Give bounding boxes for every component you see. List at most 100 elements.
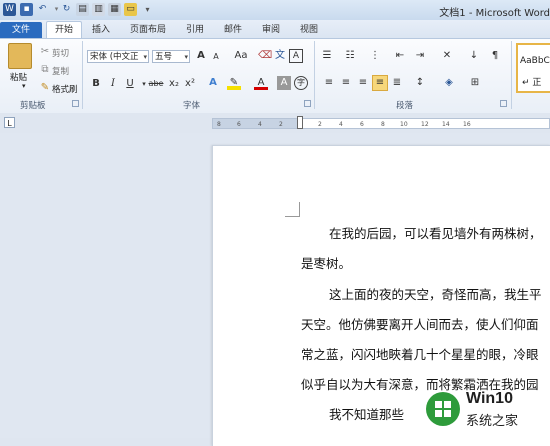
paste-icon[interactable]: [8, 43, 32, 69]
tab-review[interactable]: 审阅: [256, 22, 286, 38]
indent-marker[interactable]: [297, 116, 303, 129]
paragraph-group-label: 段落: [396, 101, 414, 111]
open-folder-icon[interactable]: ▭: [124, 3, 137, 16]
bullets-icon[interactable]: ☰: [320, 49, 334, 63]
paste-dropdown-icon[interactable]: ▾: [22, 82, 26, 90]
multilevel-list-icon[interactable]: ⋮: [368, 49, 382, 63]
copy-icon[interactable]: ⧉: [38, 63, 52, 77]
align-center-icon[interactable]: ≡: [339, 76, 353, 90]
subscript-button[interactable]: x₂: [167, 77, 181, 91]
ruler-tick: 2: [318, 121, 322, 128]
clipboard-launcher-icon[interactable]: [72, 100, 79, 107]
word-app-icon[interactable]: W: [3, 3, 16, 16]
grow-font-button[interactable]: A: [194, 49, 208, 63]
watermark-line1: Win10: [466, 390, 513, 407]
superscript-button[interactable]: x²: [183, 77, 197, 91]
format-painter-icon[interactable]: ✎: [38, 81, 52, 95]
document-line[interactable]: 常之蓝，闪闪地䀹着几十个星星的眼，冷眼: [301, 344, 539, 363]
style-normal-tile[interactable]: AaBbC ↵ 正: [516, 43, 550, 93]
customize-toolbar-icon[interactable]: ▾: [141, 3, 154, 16]
margin-corner-mark: [285, 202, 300, 217]
tab-insert[interactable]: 插入: [86, 22, 116, 38]
numbering-icon[interactable]: ☷: [343, 49, 357, 63]
font-size-select[interactable]: 五号 ▾: [152, 50, 190, 63]
text-effects-icon[interactable]: A: [206, 76, 220, 90]
ruler-left-margin: [213, 119, 299, 128]
font-name-select[interactable]: 宋体 (中文正 ▾: [87, 50, 149, 63]
title-bar: W ▪ ↶ ▾ ↻ ▤ ▥ ▦ ▭ ▾ 文档1 - Microsoft Word: [0, 0, 550, 21]
decrease-indent-icon[interactable]: ⇤: [393, 49, 407, 63]
italic-button[interactable]: I: [106, 77, 120, 91]
document-line[interactable]: 在我的后园，可以看见墙外有两株树，: [329, 223, 542, 242]
justify-icon[interactable]: ≡: [372, 75, 388, 91]
windows-logo-icon: [426, 392, 460, 426]
document-line[interactable]: 是枣树。: [301, 253, 351, 272]
horizontal-ruler[interactable]: 8 6 4 2 2 4 6 8 10 12 14 16: [212, 116, 550, 129]
shrink-font-button[interactable]: A: [209, 50, 223, 64]
sort-icon[interactable]: ↓: [467, 49, 481, 63]
char-shading-icon[interactable]: A: [277, 76, 291, 90]
clipboard-group-label: 剪贴板: [20, 101, 46, 111]
copy-button[interactable]: 复制: [52, 65, 69, 77]
format-painter-button[interactable]: 格式刷: [52, 83, 78, 95]
watermark-line2: 系统之家: [466, 414, 519, 429]
cut-icon[interactable]: ✂: [38, 45, 52, 59]
tab-page-layout[interactable]: 页面布局: [126, 22, 170, 38]
document-line[interactable]: 我不知道那些: [329, 404, 404, 423]
quick-print-icon[interactable]: ▦: [108, 3, 121, 16]
font-group-label: 字体: [183, 101, 201, 111]
tab-view[interactable]: 视图: [294, 22, 324, 38]
ruler-tick: 14: [442, 121, 450, 128]
tab-selector-icon[interactable]: L: [4, 117, 15, 128]
font-launcher-icon[interactable]: [304, 100, 311, 107]
ruler-tick: 10: [400, 121, 408, 128]
shading-icon[interactable]: ◈: [442, 76, 456, 90]
show-marks-icon[interactable]: ¶: [488, 49, 502, 63]
tab-home[interactable]: 开始: [46, 21, 82, 39]
ruler-tick: 6: [237, 121, 241, 128]
tab-references[interactable]: 引用: [180, 22, 210, 38]
font-color-icon[interactable]: A: [254, 76, 268, 90]
style-preview: AaBbC: [520, 56, 550, 66]
clear-format-icon[interactable]: ⌫: [258, 49, 272, 63]
align-left-icon[interactable]: ≡: [322, 76, 336, 90]
highlight-icon[interactable]: ✎: [227, 76, 241, 90]
redo-icon[interactable]: ↻: [60, 3, 73, 16]
save-icon[interactable]: ▪: [20, 3, 33, 16]
enclose-chars-icon[interactable]: 字: [294, 76, 308, 90]
increase-indent-icon[interactable]: ⇥: [413, 49, 427, 63]
ruler-row: L 8 6 4 2 2 4 6 8 10 12 14 16: [0, 113, 550, 133]
ruler-tick: 4: [339, 121, 343, 128]
char-border-icon[interactable]: A: [289, 49, 303, 63]
ribbon-tab-bar: 文件 开始 插入 页面布局 引用 邮件 审阅 视图: [0, 20, 550, 39]
watermark: Win10 系统之家: [418, 382, 550, 434]
ruler-tick: 12: [421, 121, 429, 128]
chinese-layout-icon[interactable]: ✕: [440, 49, 454, 63]
cut-button[interactable]: 剪切: [52, 47, 69, 59]
ruler-tick: 8: [217, 121, 221, 128]
borders-icon[interactable]: ⊞: [468, 76, 482, 90]
underline-button[interactable]: U: [123, 77, 137, 91]
tab-mailings[interactable]: 邮件: [218, 22, 248, 38]
undo-icon[interactable]: ↶: [36, 3, 49, 16]
paragraph-launcher-icon[interactable]: [500, 100, 507, 107]
tab-file[interactable]: 文件: [0, 22, 42, 38]
ruler-tick: 16: [463, 121, 471, 128]
change-case-button[interactable]: Aa: [232, 49, 250, 63]
style-name: ↵ 正: [522, 78, 542, 88]
document-line[interactable]: 天空。他仿佛要离开人间而去，使人们仰面: [301, 314, 539, 333]
bold-button[interactable]: B: [89, 77, 103, 91]
print-preview-icon[interactable]: ▥: [92, 3, 105, 16]
strikethrough-button[interactable]: abe: [148, 77, 164, 91]
align-right-icon[interactable]: ≡: [356, 76, 370, 90]
distributed-icon[interactable]: ≣: [390, 76, 404, 90]
ruler-tick: 2: [279, 121, 283, 128]
ribbon: 粘贴 ▾ ✂ 剪切 ⧉ 复制 ✎ 格式刷 剪贴板 宋体 (中文正 ▾ 五号 ▾ A …: [0, 38, 550, 114]
document-line[interactable]: 这上面的夜的天空，奇怪而高，我生平: [329, 284, 542, 303]
phonetic-guide-icon[interactable]: 文: [273, 49, 287, 63]
window-title: 文档1 - Microsoft Word: [439, 8, 550, 19]
ruler-tick: 6: [360, 121, 364, 128]
line-spacing-icon[interactable]: ↕: [413, 76, 427, 90]
ruler-tick: 8: [381, 121, 385, 128]
new-doc-icon[interactable]: ▤: [76, 3, 89, 16]
